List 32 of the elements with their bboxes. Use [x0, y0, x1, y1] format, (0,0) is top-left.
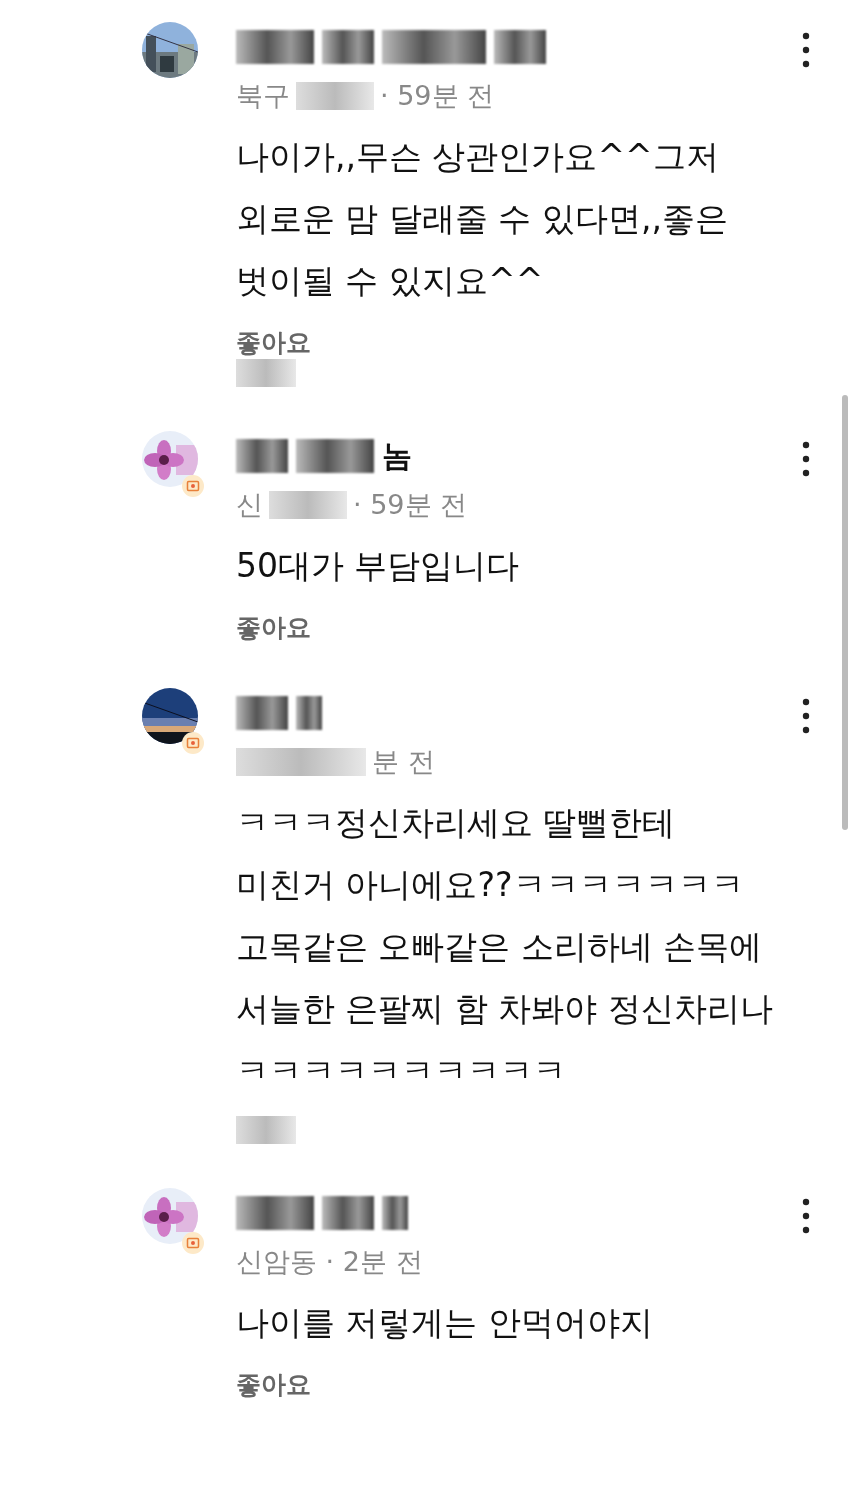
comment-meta: · 59분 전	[380, 79, 495, 113]
like-button[interactable]: 좋아요	[236, 326, 802, 359]
like-button[interactable]: 좋아요	[236, 1368, 802, 1401]
comment-text: 벗이될 수 있지요^^	[236, 260, 545, 302]
pixelated-name	[382, 1196, 408, 1230]
pixelated-name	[494, 30, 546, 64]
user-name: 놈	[382, 436, 412, 475]
more-icon[interactable]	[802, 32, 810, 68]
pixelated-name	[236, 696, 288, 730]
comment-text: 고목같은 오빠같은 소리하네 손목에	[236, 926, 764, 968]
pixelated-name	[236, 439, 288, 473]
comment-text: ㅋㅋㅋㅋㅋㅋㅋㅋㅋㅋ	[236, 1050, 567, 1092]
pixelated-name	[296, 696, 322, 730]
comment-meta: 북구	[236, 79, 290, 113]
comment-text: 나이가,,무슨 상관인가요^^그저	[236, 136, 720, 178]
pixelated-name	[322, 1196, 374, 1230]
scrollbar[interactable]	[842, 395, 848, 830]
comment-text: 나이를 저렇게는 안먹어야지	[236, 1302, 654, 1344]
more-icon[interactable]	[802, 698, 810, 734]
more-icon[interactable]	[802, 441, 810, 477]
comment-text: ㅋㅋㅋ정신차리세요 딸뻘한테	[236, 802, 677, 844]
comment-text: 50대가 부담입니다	[236, 545, 521, 587]
comment-text: 외로운 맘 달래줄 수 있다면,,좋은	[236, 198, 729, 240]
comment-text: 서늘한 은팔찌 함 차봐야 정신차리나	[236, 988, 774, 1030]
comment-meta: 신암동 · 2분 전	[236, 1245, 423, 1279]
like-button[interactable]: 좋아요	[236, 611, 802, 644]
comment-meta: · 59분 전	[353, 488, 468, 522]
comment-meta: 신	[236, 488, 263, 522]
comment-text: 미친거 아니에요??ㅋㅋㅋㅋㅋㅋㅋ	[236, 864, 745, 906]
comment-meta: 분 전	[372, 745, 435, 779]
pixelated-name	[322, 30, 374, 64]
more-icon[interactable]	[802, 1198, 810, 1234]
